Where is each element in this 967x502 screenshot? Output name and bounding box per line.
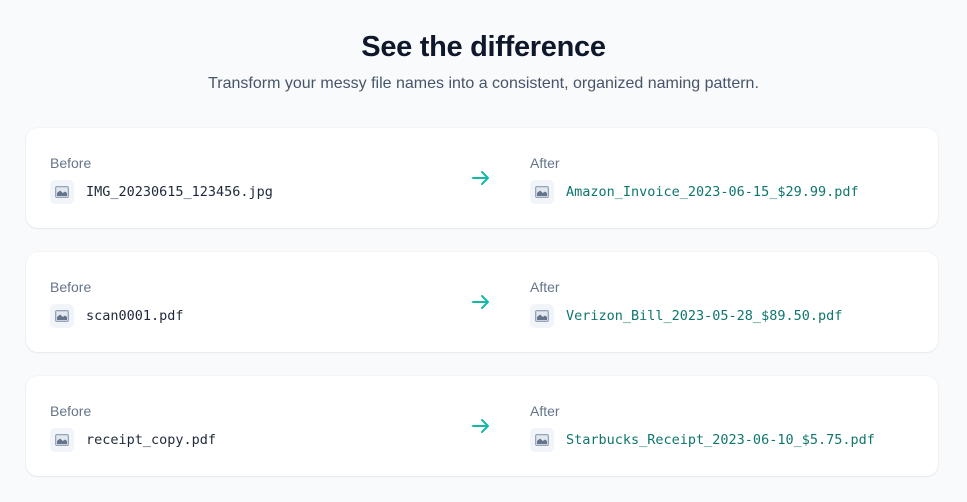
image-file-icon xyxy=(530,180,554,204)
after-file: Verizon_Bill_2023-05-28_$89.50.pdf xyxy=(530,304,842,328)
comparison-card: Before scan0001.pdf After Verizon_Bill_2… xyxy=(26,252,938,352)
after-file: Starbucks_Receipt_2023-06-10_$5.75.pdf xyxy=(530,428,875,452)
image-file-icon xyxy=(530,428,554,452)
arrow-right-icon xyxy=(472,295,489,309)
arrow-right-icon xyxy=(472,419,489,433)
before-label: Before xyxy=(50,403,92,419)
renamed-filename: Amazon_Invoice_2023-06-15_$29.99.pdf xyxy=(566,184,859,200)
before-file: IMG_20230615_123456.jpg xyxy=(50,180,273,204)
after-label: After xyxy=(530,279,560,295)
after-label: After xyxy=(530,155,560,171)
before-file: scan0001.pdf xyxy=(50,304,184,328)
comparison-card: Before receipt_copy.pdf After Starbucks_… xyxy=(26,376,938,476)
image-file-icon xyxy=(50,180,74,204)
renamed-filename: Starbucks_Receipt_2023-06-10_$5.75.pdf xyxy=(566,432,875,448)
comparison-card: Before IMG_20230615_123456.jpg After Ama… xyxy=(26,128,938,228)
original-filename: IMG_20230615_123456.jpg xyxy=(86,184,273,200)
section-subtitle: Transform your messy file names into a c… xyxy=(208,75,759,92)
original-filename: receipt_copy.pdf xyxy=(86,432,217,448)
after-file: Amazon_Invoice_2023-06-15_$29.99.pdf xyxy=(530,180,859,204)
comparison-section: See the difference Transform your messy … xyxy=(0,0,967,502)
before-label: Before xyxy=(50,155,92,171)
before-file: receipt_copy.pdf xyxy=(50,428,216,452)
before-label: Before xyxy=(50,279,92,295)
renamed-filename: Verizon_Bill_2023-05-28_$89.50.pdf xyxy=(566,308,843,324)
section-title: See the difference xyxy=(361,31,606,63)
original-filename: scan0001.pdf xyxy=(86,308,184,324)
image-file-icon xyxy=(530,304,554,328)
arrow-right-icon xyxy=(472,171,489,185)
image-file-icon xyxy=(50,304,74,328)
after-label: After xyxy=(530,403,560,419)
image-file-icon xyxy=(50,428,74,452)
